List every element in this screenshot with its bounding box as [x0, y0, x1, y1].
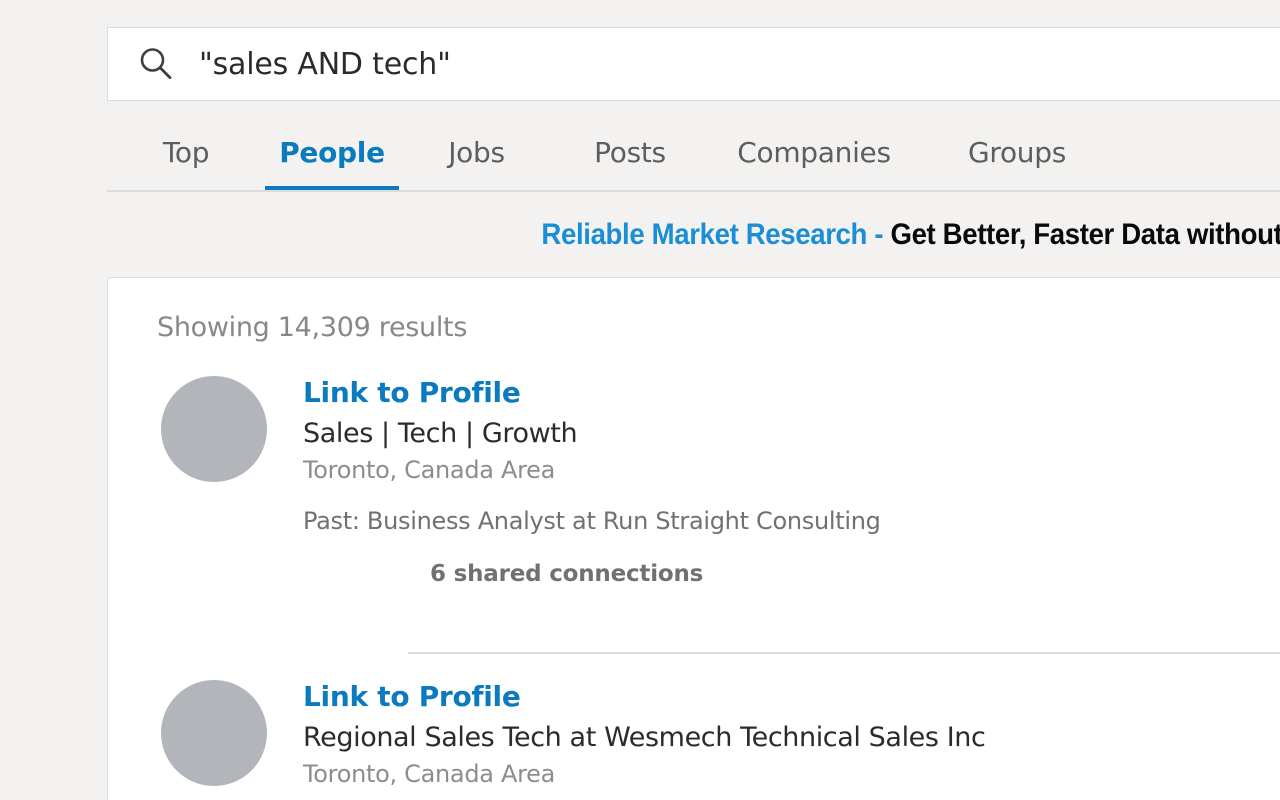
- ad-banner[interactable]: Reliable Market Research - Get Better, F…: [107, 205, 1280, 265]
- result-divider: [408, 652, 1280, 654]
- avatar[interactable]: [161, 680, 267, 786]
- tab-label: Posts: [594, 135, 666, 169]
- tab-label: Companies: [737, 135, 891, 169]
- tab-posts[interactable]: Posts: [554, 113, 706, 191]
- profile-headline: Regional Sales Tech at Wesmech Technical…: [303, 722, 986, 753]
- tab-companies[interactable]: Companies: [706, 113, 922, 191]
- profile-past-role: Past: Business Analyst at Run Straight C…: [303, 507, 881, 535]
- search-bar[interactable]: "sales AND tech": [107, 27, 1280, 101]
- profile-link[interactable]: Link to Profile: [303, 376, 1280, 410]
- ad-headline[interactable]: Reliable Market Research -: [541, 218, 890, 251]
- avatar[interactable]: [161, 376, 267, 482]
- result-details: Link to Profile Regional Sales Tech at W…: [303, 680, 1280, 788]
- tab-groups[interactable]: Groups: [922, 113, 1112, 191]
- shared-connections-link[interactable]: 6 shared connections: [430, 561, 1280, 588]
- results-count: Showing 14,309 results: [157, 312, 468, 343]
- search-icon: [140, 48, 172, 79]
- tab-top[interactable]: Top: [107, 113, 265, 191]
- profile-link[interactable]: Link to Profile: [303, 680, 1280, 714]
- profile-location: Toronto, Canada Area: [303, 456, 556, 484]
- tabs-divider: [107, 190, 1280, 192]
- tab-label: Top: [162, 135, 210, 169]
- tab-label: People: [279, 135, 385, 169]
- result-details: Link to Profile Sales | Tech | Growth To…: [303, 376, 1280, 588]
- search-input[interactable]: "sales AND tech": [199, 47, 451, 82]
- tab-people[interactable]: People: [265, 113, 399, 191]
- tab-jobs[interactable]: Jobs: [399, 113, 554, 191]
- tab-label: Jobs: [448, 135, 505, 169]
- results-card: Showing 14,309 results Link to Profile S…: [107, 277, 1280, 800]
- ad-subtext: Get Better, Faster Data without: [890, 218, 1280, 251]
- search-tabs: Top People Jobs Posts Companies Groups: [107, 113, 1280, 191]
- search-results-page: "sales AND tech" Top People Jobs Posts C…: [0, 0, 1280, 800]
- ad-text: Reliable Market Research - Get Better, F…: [541, 218, 1280, 252]
- profile-headline: Sales | Tech | Growth: [303, 418, 578, 449]
- tab-label: Groups: [967, 135, 1067, 169]
- profile-location: Toronto, Canada Area: [303, 760, 556, 788]
